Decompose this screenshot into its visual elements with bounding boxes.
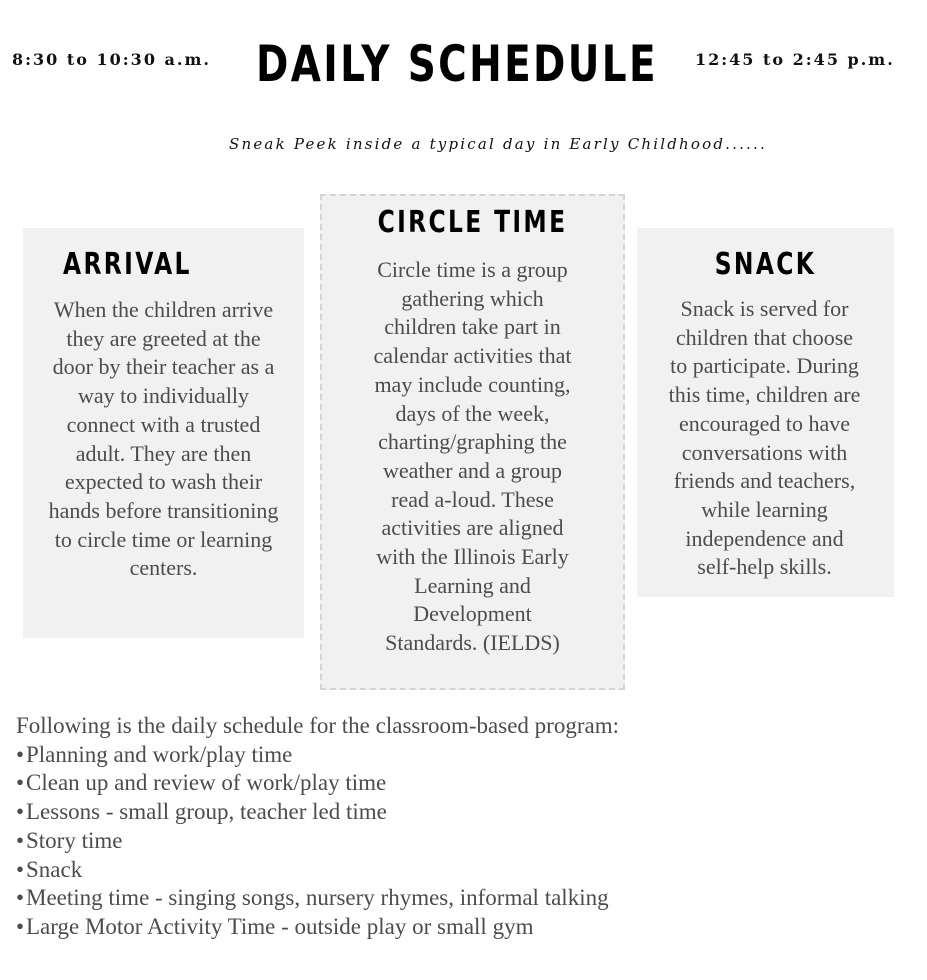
text-line: encouraged to have: [678, 410, 851, 436]
text-line: adult. They are then: [75, 440, 252, 466]
snack-heading: SNACK: [714, 247, 817, 282]
snack-card: SNACK Snack is served for children that c…: [637, 228, 894, 597]
text-line: self-help skills.: [697, 554, 832, 580]
text-line: expected to wash their: [64, 469, 263, 495]
text-line: way to individually: [77, 383, 250, 409]
schedule-intro: Following is the daily schedule for the …: [16, 713, 619, 738]
page-subtitle: Sneak Peek inside a typical day in Early…: [229, 135, 767, 153]
bullet-icon: •: [16, 827, 25, 853]
schedule-item: •Meeting time - singing songs, nursery r…: [16, 884, 619, 913]
text-line: Standards. (IELDS): [385, 630, 560, 656]
text-line: they are greeted at the: [66, 325, 261, 351]
text-line: with the Illinois Early: [376, 544, 569, 570]
text-line: Circle time is a group: [377, 257, 568, 282]
text-line: children that choose: [675, 324, 854, 350]
bullet-icon: •: [16, 885, 25, 911]
bullet-icon: •: [16, 856, 25, 882]
bullet-icon: •: [16, 913, 25, 939]
text-line: gathering which: [401, 285, 544, 311]
text-line: Snack is served for: [680, 296, 849, 321]
text-line: charting/graphing the: [378, 429, 567, 455]
circle-time-description: Circle time is a group gathering which chi…: [322, 256, 623, 658]
bullet-icon: •: [16, 741, 25, 767]
bullet-icon: •: [16, 770, 25, 796]
text-line: centers.: [129, 555, 198, 581]
text-line: this time, children are: [668, 382, 861, 408]
text-line: door by their teacher as a: [52, 354, 275, 380]
text-line: Development: [413, 601, 532, 627]
arrival-card: ARRIVAL When the children arrive they are…: [23, 228, 304, 638]
text-line: read a-loud. These: [391, 486, 554, 512]
text-line: activities are aligned: [381, 515, 564, 541]
daily-schedule-section: Following is the daily schedule for the …: [16, 712, 619, 942]
text-line: conversations with: [681, 439, 848, 465]
text-line: weather and a group: [383, 457, 562, 483]
text-line: friends and teachers,: [673, 468, 856, 494]
schedule-item: •Clean up and review of work/play time: [16, 769, 619, 798]
schedule-item: •Large Motor Activity Time - outside pla…: [16, 913, 619, 942]
snack-description: Snack is served for children that choose t…: [631, 295, 898, 582]
text-line: days of the week,: [395, 400, 550, 426]
text-line: may include counting,: [374, 371, 571, 397]
circle-time-heading: CIRCLE TIME: [377, 205, 568, 240]
arrival-description: When the children arrive they are greeted…: [17, 296, 310, 583]
text-line: hands before transitioning: [48, 497, 279, 523]
text-line: to circle time or learning: [54, 526, 273, 552]
circle-time-card: CIRCLE TIME Circle time is a group gather…: [320, 194, 625, 690]
text-line: while learning: [701, 496, 828, 522]
schedule-item: •Planning and work/play time: [16, 741, 619, 770]
text-line: to participate. During: [670, 353, 859, 379]
page-title: DAILY SCHEDULE: [256, 35, 658, 93]
afternoon-session-time: 12:45 to 2:45 p.m.: [695, 50, 895, 69]
morning-session-time: 8:30 to 10:30 a.m.: [12, 50, 211, 69]
schedule-item: •Lessons - small group, teacher led time: [16, 798, 619, 827]
text-line: connect with a trusted: [66, 411, 261, 437]
arrival-heading: ARRIVAL: [63, 247, 192, 282]
bullet-icon: •: [16, 799, 25, 825]
text-line: When the children arrive: [53, 297, 274, 322]
text-line: calendar activities that: [373, 343, 572, 369]
text-line: Learning and: [414, 572, 531, 598]
text-line: independence and: [685, 525, 844, 551]
schedule-item: •Story time: [16, 827, 619, 856]
text-line: children take part in: [384, 314, 561, 340]
schedule-list: •Planning and work/play time •Clean up a…: [16, 741, 619, 942]
schedule-item: •Snack: [16, 856, 619, 885]
